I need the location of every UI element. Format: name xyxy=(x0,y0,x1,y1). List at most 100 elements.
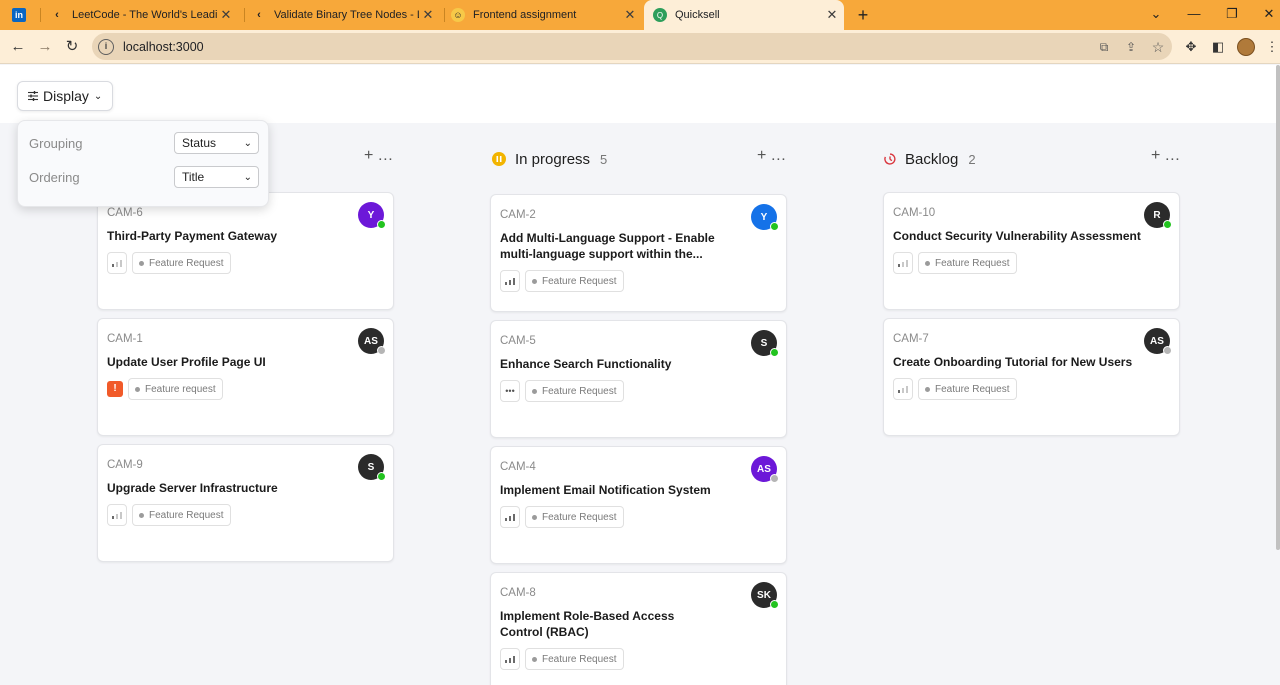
ticket-id: CAM-10 xyxy=(893,207,936,219)
close-icon[interactable]: ✕ xyxy=(622,7,638,23)
tab-search-icon[interactable]: ⌄ xyxy=(1137,0,1175,30)
avatar: S xyxy=(358,454,386,481)
ordering-value: Title xyxy=(182,170,205,184)
column-title: Backlog xyxy=(905,150,959,168)
ticket-card[interactable]: CAM-1 Update User Profile Page UI AS ! F… xyxy=(97,318,394,436)
tab-title: LeetCode - The World's Leading xyxy=(72,9,217,21)
leetcode-icon: ‹ xyxy=(55,9,59,21)
restore-icon[interactable]: ❐ xyxy=(1213,0,1251,30)
tag-dot-icon xyxy=(139,512,144,518)
address-bar[interactable]: i localhost:3000 xyxy=(92,33,1172,60)
low-priority-icon[interactable] xyxy=(893,252,913,274)
ticket-card[interactable]: CAM-4 Implement Email Notification Syste… xyxy=(490,446,787,564)
grouping-select[interactable]: Status ⌄ xyxy=(174,132,259,154)
ticket-card[interactable]: CAM-10 Conduct Security Vulnerability As… xyxy=(883,192,1180,310)
tag-dot-icon xyxy=(139,260,144,266)
more-icon[interactable]: … xyxy=(770,147,786,165)
bookmark-star-icon[interactable]: ☆ xyxy=(1150,39,1166,55)
ticket-card[interactable]: CAM-6 Third-Party Payment Gateway Y Feat… xyxy=(97,192,394,310)
tag-dot-icon xyxy=(925,260,930,266)
ticket-id: CAM-5 xyxy=(500,335,536,347)
add-icon[interactable]: + xyxy=(364,147,373,165)
page-scrollbar[interactable] xyxy=(1276,65,1280,550)
avatar: R xyxy=(1144,202,1172,229)
ordering-label: Ordering xyxy=(29,169,80,185)
add-icon[interactable]: + xyxy=(757,147,766,165)
more-icon[interactable]: … xyxy=(1164,147,1180,165)
ticket-card[interactable]: CAM-5 Enhance Search Functionality S •••… xyxy=(490,320,787,438)
feature-tag: Feature Request xyxy=(132,252,231,274)
ordering-select[interactable]: Title ⌄ xyxy=(174,166,259,188)
share-icon[interactable]: ⇪ xyxy=(1123,39,1139,55)
ticket-card[interactable]: CAM-9 Upgrade Server Infrastructure S Fe… xyxy=(97,444,394,562)
window-close-icon[interactable]: ✕ xyxy=(1250,0,1280,30)
feature-tag: Feature Request xyxy=(918,252,1017,274)
column-count: 5 xyxy=(600,151,608,167)
tab-leetcode[interactable]: ‹ LeetCode - The World's Leading ✕ xyxy=(48,0,238,30)
close-icon[interactable]: ✕ xyxy=(824,7,840,23)
low-priority-icon[interactable] xyxy=(107,252,127,274)
avatar-initials: AS xyxy=(364,335,378,347)
pinned-tab-linkedin[interactable]: in xyxy=(12,0,34,30)
avatar: Y xyxy=(751,204,779,231)
display-button[interactable]: Display ⌄ xyxy=(17,81,113,111)
tab-quicksell[interactable]: Q Quicksell ✕ xyxy=(644,0,844,30)
avatar-initials: SK xyxy=(757,589,771,601)
tab-validate-binary-tree[interactable]: ‹ Validate Binary Tree Nodes - Lee ✕ xyxy=(250,0,440,30)
back-icon[interactable]: ← xyxy=(6,35,30,59)
site-info-icon[interactable]: i xyxy=(98,38,114,55)
tag-label: Feature Request xyxy=(542,385,617,397)
add-icon[interactable]: + xyxy=(1151,147,1160,165)
tag-dot-icon xyxy=(532,656,537,662)
profile-avatar[interactable] xyxy=(1237,38,1255,56)
close-icon[interactable]: ✕ xyxy=(218,7,234,23)
online-status-dot xyxy=(377,472,386,481)
chrome-menu-icon[interactable]: ⋮ xyxy=(1264,39,1280,55)
offline-status-dot xyxy=(377,346,386,355)
ticket-card[interactable]: CAM-2 Add Multi-Language Support - Enabl… xyxy=(490,194,787,312)
forward-icon[interactable]: → xyxy=(33,35,57,59)
column-1-actions: +… xyxy=(364,147,393,165)
tab-frontend-assignment[interactable]: ☺ Frontend assignment ✕ xyxy=(450,0,642,30)
urgent-priority-icon[interactable]: ! xyxy=(107,381,123,397)
tag-label: Feature Request xyxy=(149,257,224,269)
tab-divider xyxy=(444,8,445,22)
ticket-title: Conduct Security Vulnerability Assessmen… xyxy=(893,229,1141,243)
chevron-down-icon: ⌄ xyxy=(243,137,252,149)
extensions-puzzle-icon[interactable]: ✥ xyxy=(1183,39,1199,55)
avatar-initials: S xyxy=(367,461,375,473)
open-in-app-icon[interactable]: ⧉ xyxy=(1096,39,1112,55)
more-icon[interactable]: … xyxy=(377,147,393,165)
ticket-title: Third-Party Payment Gateway xyxy=(107,229,278,243)
ticket-title: Create Onboarding Tutorial for New Users xyxy=(893,355,1133,369)
ticket-id: CAM-6 xyxy=(107,207,143,219)
high-priority-icon[interactable] xyxy=(500,270,520,292)
ticket-card[interactable]: CAM-7 Create Onboarding Tutorial for New… xyxy=(883,318,1180,436)
tag-label: Feature Request xyxy=(149,509,224,521)
no-priority-icon[interactable]: ••• xyxy=(500,380,520,402)
grouping-label: Grouping xyxy=(29,135,83,151)
new-tab-button[interactable]: + xyxy=(852,4,874,26)
ticket-card[interactable]: CAM-8 Implement Role-Based Access Contro… xyxy=(490,572,787,685)
ticket-title: Implement Role-Based Access Control (RBA… xyxy=(500,609,675,639)
ticket-title: Update User Profile Page UI xyxy=(107,355,266,369)
side-panel-icon[interactable]: ◧ xyxy=(1210,39,1226,55)
tag-label: Feature Request xyxy=(542,275,617,287)
low-priority-icon[interactable] xyxy=(107,504,127,526)
url-text: localhost:3000 xyxy=(123,39,204,54)
ticket-id: CAM-8 xyxy=(500,587,536,599)
high-priority-icon[interactable] xyxy=(500,648,520,670)
high-priority-icon[interactable] xyxy=(500,506,520,528)
avatar-initials: AS xyxy=(1150,335,1164,347)
tag-dot-icon xyxy=(135,386,140,392)
avatar-initials: Y xyxy=(367,209,375,221)
ticket-title: Add Multi-Language Support - Enable mult… xyxy=(500,231,715,261)
reload-icon[interactable]: ↻ xyxy=(60,35,84,59)
grouping-row: Grouping Status ⌄ xyxy=(29,132,259,154)
avatar: SK xyxy=(751,582,779,609)
minimize-icon[interactable]: — xyxy=(1175,0,1213,30)
low-priority-icon[interactable] xyxy=(893,378,913,400)
close-icon[interactable]: ✕ xyxy=(420,7,436,23)
tag-label: Feature Request xyxy=(542,653,617,665)
tag-dot-icon xyxy=(925,386,930,392)
